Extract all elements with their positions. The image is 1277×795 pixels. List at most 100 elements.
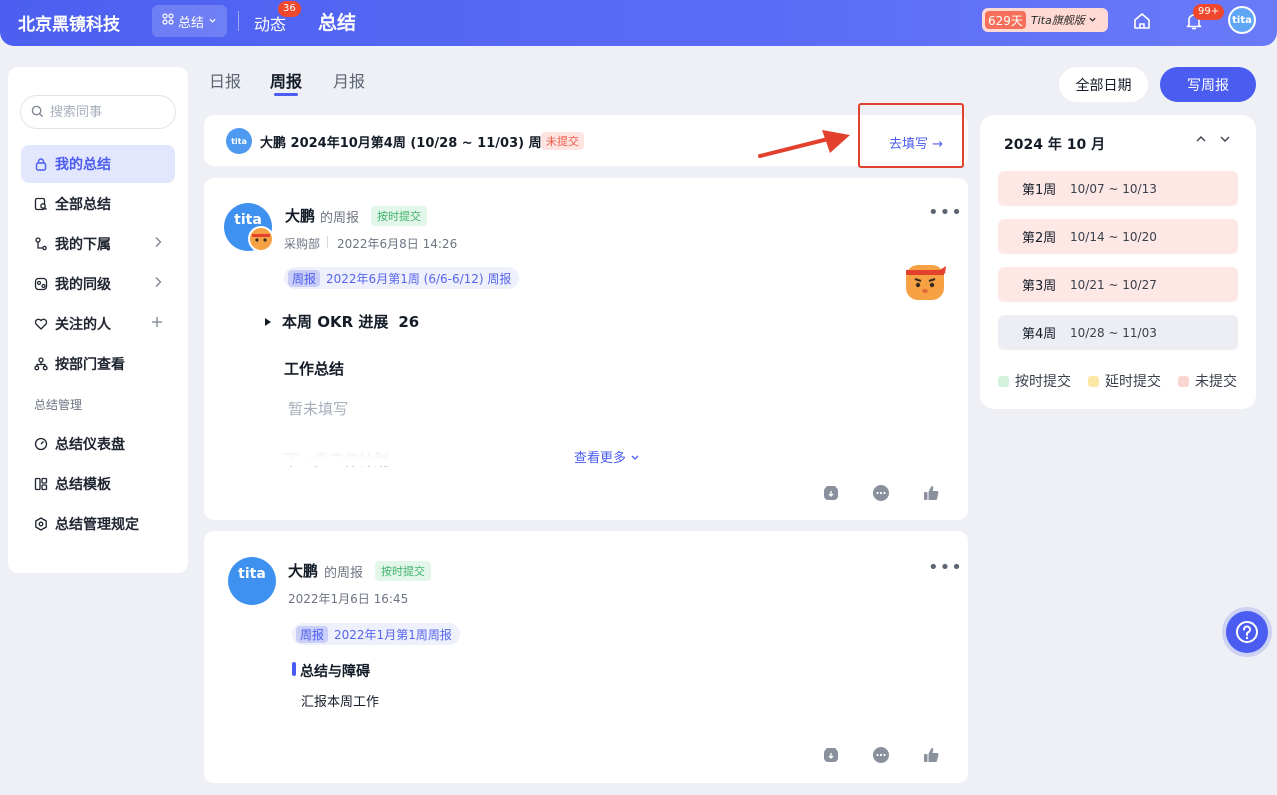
report-type: 的周报 xyxy=(324,566,364,581)
chevron-right-icon xyxy=(153,236,163,252)
legend-not-submitted: 未提交 xyxy=(1178,371,1237,391)
gauge-icon xyxy=(33,436,49,452)
search-input[interactable] xyxy=(50,104,160,120)
week-item[interactable]: 第1周 10/07 ~ 10/13 xyxy=(998,171,1238,206)
highlight-box xyxy=(858,103,964,168)
status-badge: 按时提交 xyxy=(375,561,431,581)
sidebar-item-label: 按部门查看 xyxy=(55,357,125,373)
like-icon[interactable] xyxy=(922,746,940,764)
legend-swatch xyxy=(998,375,1009,387)
sidebar-item-rules[interactable]: 总结管理规定 xyxy=(21,505,175,543)
okr-progress-title: 本周 OKR 进展 xyxy=(282,313,389,331)
okr-progress-count: 26 xyxy=(398,312,420,331)
trial-days: 629天 xyxy=(985,11,1026,29)
avatar: tita xyxy=(228,557,276,605)
chevron-down-icon[interactable] xyxy=(1219,133,1231,149)
comment-icon[interactable] xyxy=(872,746,890,764)
user-avatar[interactable]: tita xyxy=(1228,6,1256,34)
chevron-down-icon xyxy=(208,14,217,29)
week-label: 第1周 xyxy=(1022,183,1057,198)
comment-icon[interactable] xyxy=(872,484,890,502)
report-kind-tag: 周报 xyxy=(296,625,329,643)
timestamp: 2022年1月6日 16:45 xyxy=(288,592,409,606)
chevron-down-icon xyxy=(631,455,639,460)
help-button[interactable] xyxy=(1226,611,1268,653)
search-box[interactable] xyxy=(20,95,176,129)
sidebar-item-label: 我的总结 xyxy=(55,157,111,173)
status-badge: 未提交 xyxy=(541,132,584,150)
legend-on-time: 按时提交 xyxy=(998,371,1071,391)
more-options-icon[interactable]: ••• xyxy=(928,202,963,223)
mascot-badge-icon xyxy=(248,226,274,252)
sidebar-item-peers[interactable]: 我的同级 xyxy=(21,265,175,303)
template-icon xyxy=(33,476,49,492)
sidebar-item-by-department[interactable]: 按部门查看 xyxy=(21,345,175,383)
tab-weekly[interactable]: 周报 xyxy=(270,68,302,92)
hierarchy-icon xyxy=(33,236,49,252)
share-icon[interactable] xyxy=(822,746,840,764)
legend-swatch xyxy=(1178,375,1189,387)
author-name[interactable]: 大鹏 xyxy=(288,560,318,581)
mascot-icon xyxy=(906,265,946,300)
sidebar: 我的总结 全部总结 我的下属 我的同级 关注的人 xyxy=(8,67,188,573)
legend-label: 未提交 xyxy=(1195,374,1237,390)
sidebar-item-label: 关注的人 xyxy=(55,317,111,333)
meta-divider xyxy=(327,236,328,248)
report-period-pill[interactable]: 周报 2022年6月第1周 (6/6-6/12) 周报 xyxy=(284,267,520,289)
sidebar-item-subordinates[interactable]: 我的下属 xyxy=(21,225,175,263)
nav-current-summary[interactable]: 总结 xyxy=(318,8,356,35)
report-period-pill[interactable]: 周报 2022年1月第1周周报 xyxy=(292,623,460,645)
module-switcher-label: 总结 xyxy=(177,15,204,31)
all-dates-button[interactable]: 全部日期 xyxy=(1059,67,1148,102)
company-name: 北京黑镜科技 xyxy=(18,15,120,35)
sidebar-item-followed[interactable]: 关注的人 xyxy=(21,305,175,343)
chevron-up-icon[interactable] xyxy=(1195,133,1207,149)
week-item-current[interactable]: 第4周 10/28 ~ 11/03 xyxy=(998,315,1238,350)
sidebar-item-label: 全部总结 xyxy=(55,197,111,213)
see-more-label: 查看更多 xyxy=(574,451,627,466)
more-options-icon[interactable]: ••• xyxy=(928,557,963,578)
top-navigation-bar: 北京黑镜科技 总结 动态 36 总结 629天 Tita旗舰版 99+ tita xyxy=(0,0,1277,46)
okr-progress-section[interactable]: 本周 OKR 进展 26 xyxy=(264,311,419,332)
week-range: 10/21 ~ 10/27 xyxy=(1070,277,1157,292)
share-icon[interactable] xyxy=(822,484,840,502)
heart-icon xyxy=(33,316,49,332)
report-body: 汇报本周工作 xyxy=(301,695,380,710)
sidebar-item-all-summary[interactable]: 全部总结 xyxy=(21,185,175,223)
week-label: 第4周 xyxy=(1022,327,1057,342)
peers-icon xyxy=(33,276,49,292)
module-switcher[interactable]: 总结 xyxy=(152,5,227,37)
sidebar-item-label: 总结管理规定 xyxy=(55,517,139,533)
document-search-icon xyxy=(33,196,49,212)
legend-late: 延时提交 xyxy=(1088,371,1161,391)
report-period: 2022年6月第1周 (6/6-6/12) 周报 xyxy=(326,271,512,286)
author-name[interactable]: 大鹏 xyxy=(285,205,315,226)
like-icon[interactable] xyxy=(922,484,940,502)
week-label: 第3周 xyxy=(1022,279,1057,294)
annotation-arrow-icon xyxy=(758,130,850,158)
department: 采购部 xyxy=(284,237,321,251)
sidebar-item-dashboard[interactable]: 总结仪表盘 xyxy=(21,425,175,463)
week-item[interactable]: 第2周 10/14 ~ 10/20 xyxy=(998,219,1238,254)
week-item[interactable]: 第3周 10/21 ~ 10/27 xyxy=(998,267,1238,302)
trial-version-badge[interactable]: 629天 Tita旗舰版 xyxy=(982,8,1108,32)
tab-daily[interactable]: 日报 xyxy=(209,68,241,92)
chevron-right-icon xyxy=(153,276,163,292)
lock-icon xyxy=(33,156,49,172)
sidebar-item-my-summary[interactable]: 我的总结 xyxy=(21,145,175,183)
write-weekly-button[interactable]: 写周报 xyxy=(1160,67,1256,102)
report-period: 2022年1月第1周周报 xyxy=(334,627,452,642)
plus-icon[interactable] xyxy=(151,316,163,332)
report-kind-tag: 周报 xyxy=(288,269,321,287)
sidebar-item-label: 我的同级 xyxy=(55,277,111,293)
see-more-link[interactable]: 查看更多 xyxy=(574,447,640,466)
home-icon[interactable] xyxy=(1132,11,1152,31)
report-card: tita 大鹏 的周报 按时提交 2022年1月6日 16:45 ••• 周报 … xyxy=(204,531,968,783)
status-badge: 按时提交 xyxy=(371,206,427,226)
week-calendar: 2024 年 10 月 第1周 10/07 ~ 10/13 第2周 10/14 … xyxy=(980,115,1256,409)
legend-label: 延时提交 xyxy=(1105,374,1161,390)
sidebar-item-templates[interactable]: 总结模板 xyxy=(21,465,175,503)
settings-hexagon-icon xyxy=(33,516,49,532)
tab-monthly[interactable]: 月报 xyxy=(333,68,365,92)
sidebar-item-label: 总结仪表盘 xyxy=(55,437,125,453)
